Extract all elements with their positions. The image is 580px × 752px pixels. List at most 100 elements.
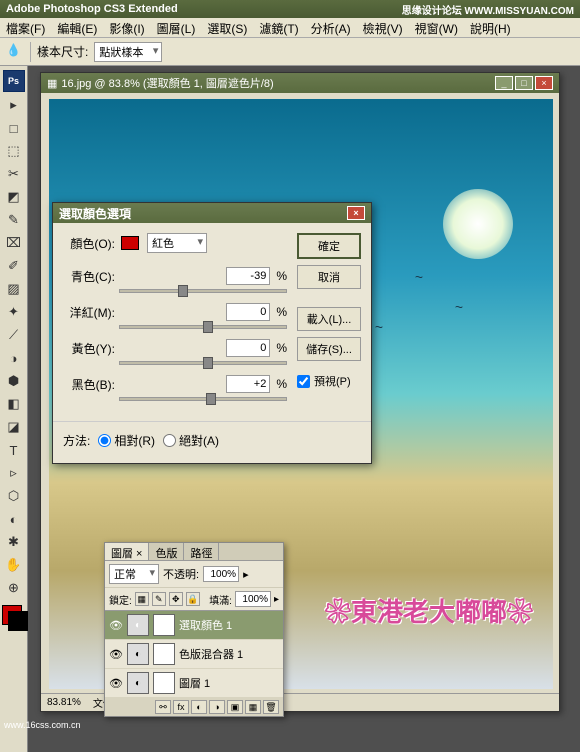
menu-image[interactable]: 影像(I) [103,18,150,37]
slider-value-input[interactable] [226,339,270,357]
slider-track[interactable] [119,361,287,365]
shape-tool[interactable]: ⬡ [3,486,25,506]
crop-tool[interactable]: ◩ [3,187,25,207]
lock-image-icon[interactable]: ✎ [152,592,166,606]
slider-value-input[interactable] [226,375,270,393]
layer-thumbnail[interactable]: ◐ [127,614,149,636]
save-button[interactable]: 儲存(S)... [297,337,361,361]
blend-mode-dropdown[interactable]: 正常 [109,564,159,584]
menu-layer[interactable]: 圖層(L) [151,18,202,37]
healing-tool[interactable]: ⌧ [3,233,25,253]
load-button[interactable]: 載入(L)... [297,307,361,331]
dialog-close-button[interactable]: × [347,206,365,220]
slider-thumb[interactable] [203,357,213,369]
mask-thumbnail[interactable] [153,643,175,665]
path-tool[interactable]: ▹ [3,463,25,483]
visibility-icon[interactable]: 👁 [109,619,123,632]
visibility-icon[interactable]: 👁 [109,677,123,690]
menu-select[interactable]: 選取(S) [201,18,253,37]
layer-mask-icon[interactable]: ◐ [191,700,207,714]
tab-layers[interactable]: 圖層 × [105,543,149,560]
slider-value-input[interactable] [226,267,270,285]
colors-dropdown[interactable]: 紅色 [147,233,207,253]
type-tool[interactable]: T [3,440,25,460]
minimize-button[interactable]: _ [495,76,513,90]
visibility-icon[interactable]: 👁 [109,648,123,661]
mask-thumbnail[interactable] [153,672,175,694]
magic-wand-tool[interactable]: ✂ [3,164,25,184]
menu-view[interactable]: 檢視(V) [357,18,409,37]
tab-paths[interactable]: 路徑 [184,543,219,560]
tab-channels[interactable]: 色版 [149,543,184,560]
lock-transparency-icon[interactable]: ▦ [135,592,149,606]
gradient-tool[interactable]: ◑ [3,348,25,368]
lock-all-icon[interactable]: 🔒 [186,592,200,606]
menu-window[interactable]: 視窗(W) [409,18,464,37]
menu-analysis[interactable]: 分析(A) [305,18,357,37]
adjustment-layer-icon[interactable]: ◑ [209,700,225,714]
opacity-input[interactable] [203,566,239,582]
eyedropper-tool[interactable]: ✱ [3,532,25,552]
layer-thumbnail[interactable]: ◐ [127,643,149,665]
dropdown-arrow-icon[interactable]: ▸ [274,594,279,605]
preview-checkbox[interactable] [297,375,310,388]
delete-layer-icon[interactable]: 🗑 [263,700,279,714]
sample-size-label: 樣本尺寸: [37,43,88,60]
slider-thumb[interactable] [206,393,216,405]
lock-position-icon[interactable]: ✥ [169,592,183,606]
layers-panel: 圖層 × 色版 路徑 正常 不透明: ▸ 鎖定: ▦ ✎ ✥ 🔒 填滿: ▸ 👁… [104,542,284,717]
layer-item[interactable]: 👁 ◐ 色版混合器 1 [105,640,283,669]
colors-label: 顏色(O): [63,235,115,252]
layer-name[interactable]: 選取顏色 1 [179,617,232,633]
marquee-tool[interactable]: □ [3,118,25,138]
dropdown-arrow-icon[interactable]: ▸ [243,568,249,581]
cancel-button[interactable]: 取消 [297,265,361,289]
blur-tool[interactable]: ⬢ [3,371,25,391]
move-tool[interactable]: ▸ [3,95,25,115]
close-button[interactable]: × [535,76,553,90]
fill-input[interactable] [235,591,271,607]
lasso-tool[interactable]: ⬚ [3,141,25,161]
menu-help[interactable]: 說明(H) [464,18,517,37]
slider-track[interactable] [119,289,287,293]
eyedropper-icon[interactable]: 💧 [6,43,24,61]
menu-edit[interactable]: 編輯(E) [51,18,103,37]
layer-name[interactable]: 色版混合器 1 [179,646,243,662]
slider-value-input[interactable] [226,303,270,321]
menu-file[interactable]: 檔案(F) [0,18,51,37]
background-color[interactable] [8,611,28,631]
dialog-titlebar[interactable]: 選取顏色選項 × [53,203,371,223]
layer-thumbnail[interactable]: ◐ [127,672,149,694]
notes-tool[interactable]: ◐ [3,509,25,529]
ok-button[interactable]: 確定 [297,233,361,259]
slice-tool[interactable]: ✎ [3,210,25,230]
stamp-tool[interactable]: ▨ [3,279,25,299]
layer-style-icon[interactable]: fx [173,700,189,714]
slider-track[interactable] [119,397,287,401]
zoom-tool[interactable]: ⊕ [3,578,25,598]
new-layer-icon[interactable]: ▦ [245,700,261,714]
slider-thumb[interactable] [178,285,188,297]
layer-item[interactable]: 👁 ◐ 選取顏色 1 [105,611,283,640]
layer-name[interactable]: 圖層 1 [179,675,210,691]
zoom-level[interactable]: 83.81% [47,697,81,708]
eraser-tool[interactable]: ⟋ [3,325,25,345]
hand-tool[interactable]: ✋ [3,555,25,575]
new-folder-icon[interactable]: ▣ [227,700,243,714]
sun-graphic [443,189,513,259]
history-brush-tool[interactable]: ✦ [3,302,25,322]
document-titlebar[interactable]: ▦ 16.jpg @ 83.8% (選取顏色 1, 圖層遮色片/8) _ □ × [41,73,559,93]
layer-item[interactable]: 👁 ◐ 圖層 1 [105,669,283,698]
dodge-tool[interactable]: ◧ [3,394,25,414]
maximize-button[interactable]: □ [515,76,533,90]
method-relative-radio[interactable] [98,434,111,447]
pen-tool[interactable]: ◪ [3,417,25,437]
mask-thumbnail[interactable] [153,614,175,636]
menu-filter[interactable]: 濾鏡(T) [253,18,304,37]
link-layers-icon[interactable]: ⚯ [155,700,171,714]
sample-size-dropdown[interactable]: 點狀樣本 [94,42,162,62]
slider-thumb[interactable] [203,321,213,333]
slider-track[interactable] [119,325,287,329]
brush-tool[interactable]: ✐ [3,256,25,276]
method-absolute-radio[interactable] [163,434,176,447]
